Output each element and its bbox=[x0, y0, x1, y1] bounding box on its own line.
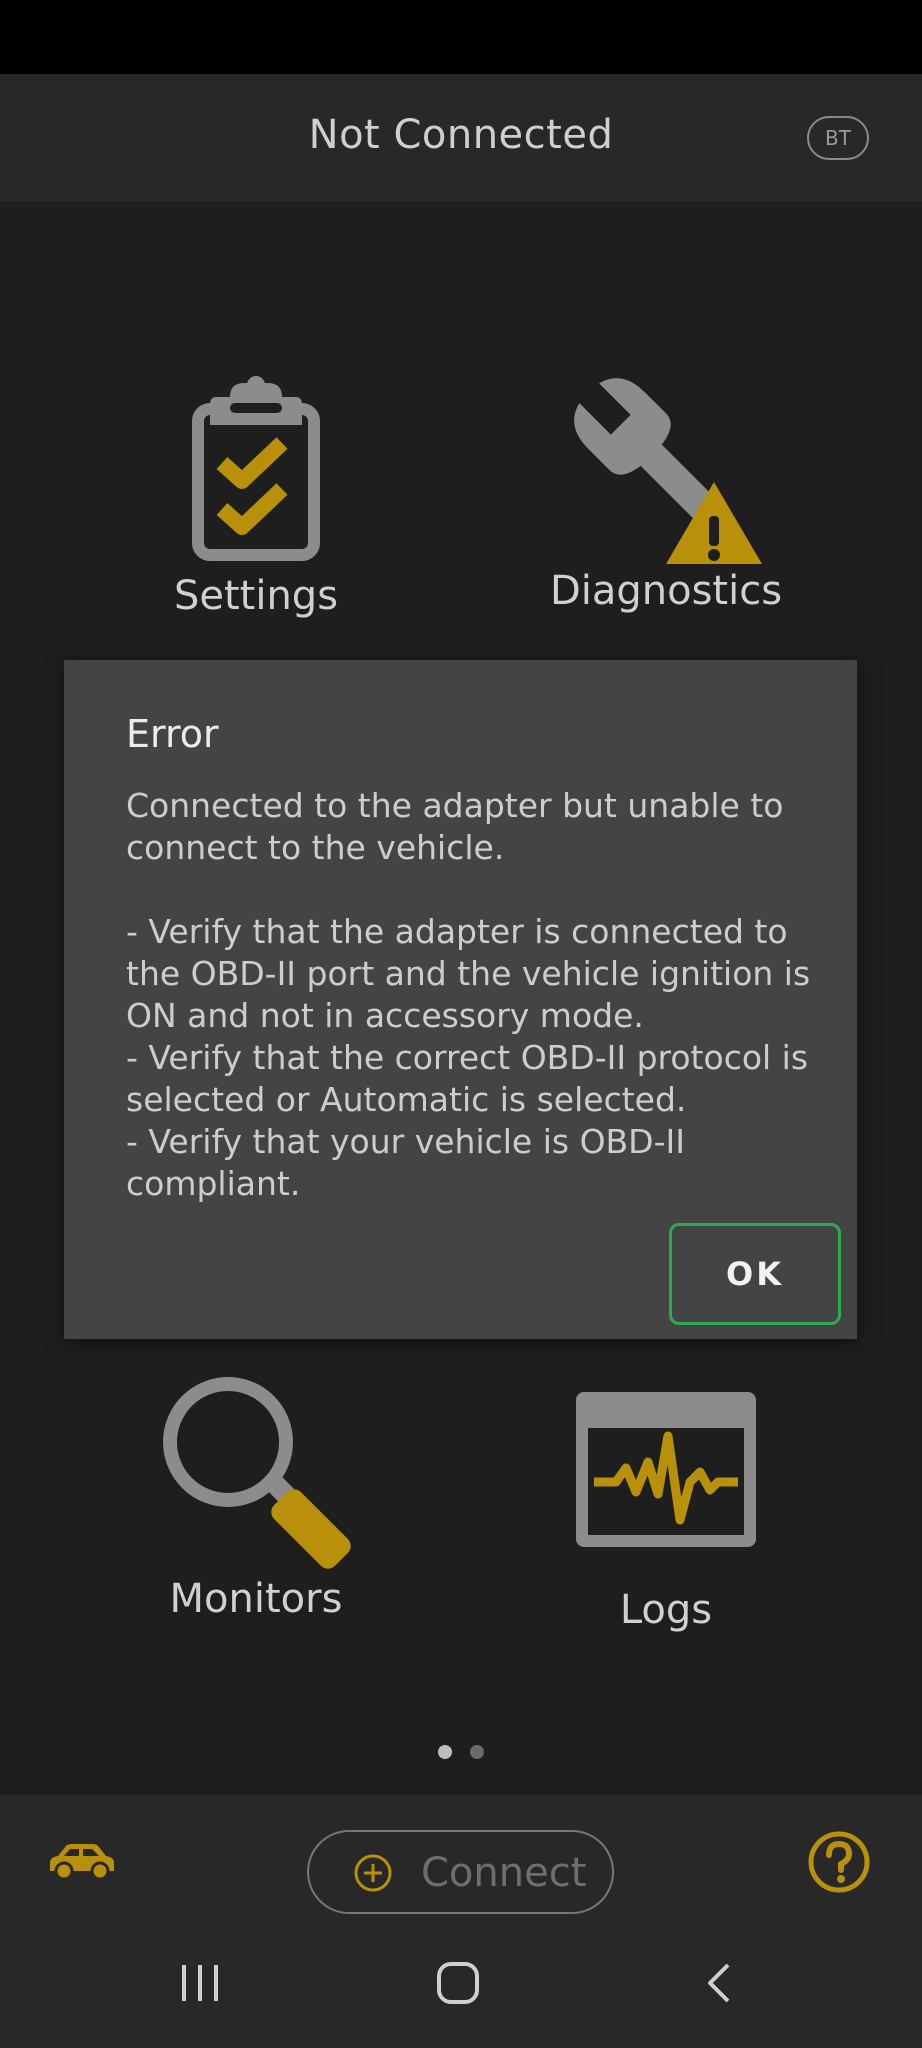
ok-button[interactable]: OK bbox=[669, 1223, 841, 1325]
error-dialog: Error Connected to the adapter but unabl… bbox=[64, 660, 857, 1339]
dialog-message: Connected to the adapter but unable to c… bbox=[126, 786, 811, 1203]
dialog-title: Error bbox=[126, 712, 219, 756]
